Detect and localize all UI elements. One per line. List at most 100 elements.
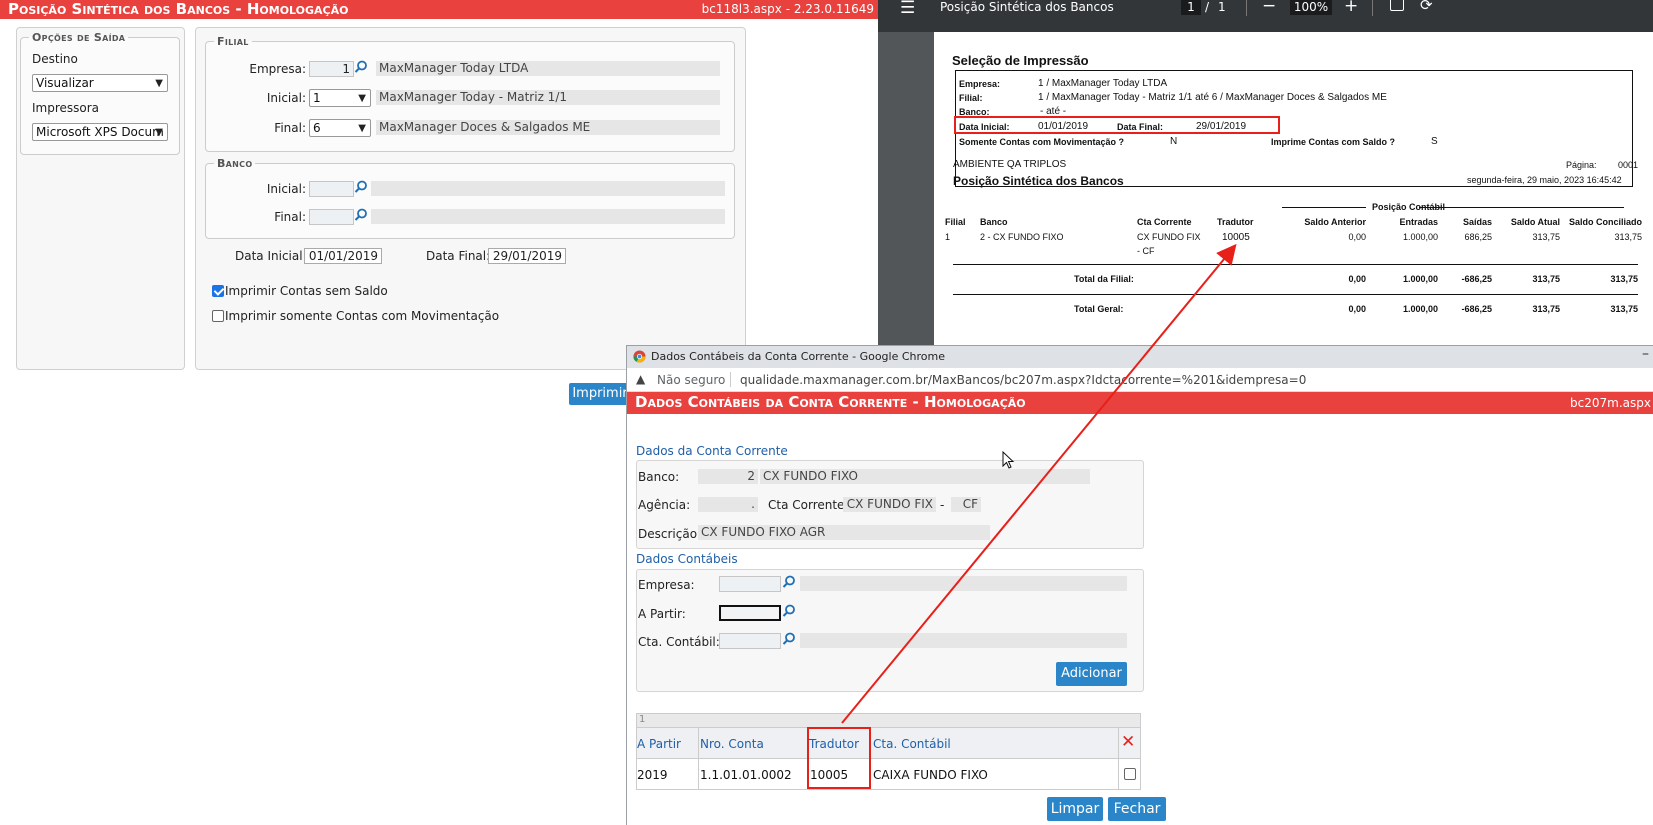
search-icon[interactable]	[354, 180, 368, 194]
popup-cta-value: CX FUNDO FIX	[843, 497, 936, 512]
pdf-total-filial-label: Total da Filial:	[1074, 274, 1134, 284]
popup-ctacontabil-name	[800, 633, 1127, 648]
main-page-code: bc118l3.aspx - 2.23.0.11649	[701, 2, 874, 16]
selecao-title: Seleção de Impressão	[952, 53, 1089, 68]
popup-cta-sep: -	[940, 498, 945, 512]
banco-inicial-input[interactable]	[309, 181, 354, 197]
annotation-highlight-dates	[954, 116, 1280, 134]
popup-banco-label: Banco:	[638, 470, 680, 484]
popup-apartir-input[interactable]	[719, 605, 781, 621]
pdf-page: Seleção de Impressão Empresa: 1 / MaxMan…	[934, 32, 1653, 348]
pdf-title: Posição Sintética dos Bancos	[940, 0, 1114, 14]
pdf-row-saldo-conciliado: 313,75	[1614, 232, 1642, 242]
popup-app-code: bc207m.aspx	[1570, 396, 1651, 410]
pdf-empresa-label: Empresa:	[959, 79, 1001, 89]
zoom-in-icon[interactable]: +	[1344, 0, 1358, 16]
fechar-button[interactable]: Fechar	[1108, 797, 1166, 821]
pdf-total-geral-saidas: -686,25	[1461, 304, 1492, 314]
grid-row-checkbox[interactable]	[1124, 768, 1136, 780]
filial-inicial-value: 1	[313, 91, 321, 105]
chevron-down-icon: ▼	[358, 93, 366, 104]
banco-final-input[interactable]	[309, 209, 354, 225]
imprimir-button[interactable]: Imprimir	[569, 383, 631, 405]
grid-counter: 1	[639, 714, 646, 725]
mouse-cursor-icon	[1002, 451, 1015, 469]
data-final-input[interactable]: 29/01/2019	[488, 248, 566, 264]
search-icon[interactable]	[782, 604, 796, 618]
destino-select[interactable]: Visualizar ▼	[32, 74, 168, 92]
search-icon[interactable]	[782, 575, 796, 589]
pdf-page-sep: /	[1205, 0, 1210, 14]
chevron-down-icon: ▼	[155, 127, 163, 138]
popup-agencia-label: Agência:	[638, 498, 691, 512]
total-rule	[953, 264, 1638, 265]
pdf-total-geral-label: Total Geral:	[1074, 304, 1124, 314]
pdf-col-saldo-atual: Saldo Atual	[1510, 217, 1560, 227]
pdf-col-saidas: Saídas	[1462, 217, 1492, 227]
search-icon[interactable]	[782, 632, 796, 646]
rotate-icon[interactable]: ⟳	[1420, 0, 1433, 14]
delete-icon[interactable]: ✕	[1121, 732, 1135, 752]
adicionar-button[interactable]: Adicionar	[1056, 662, 1127, 686]
filial-empresa-name: MaxManager Today LTDA	[376, 61, 720, 76]
pdf-empresa-value: 1 / MaxManager Today LTDA	[1038, 78, 1168, 89]
popup-url[interactable]: qualidade.maxmanager.com.br/MaxBancos/bc…	[740, 373, 1306, 387]
sem-saldo-checkbox[interactable]	[212, 285, 224, 297]
grid-col-apartir[interactable]: A Partir	[637, 737, 681, 751]
movimentacao-checkbox[interactable]	[212, 310, 224, 322]
limpar-button[interactable]: Limpar	[1047, 797, 1103, 821]
pdf-row-filial: 1	[945, 232, 951, 242]
banco-group: Banco	[205, 157, 735, 239]
pdf-page-input[interactable]: 1	[1181, 0, 1201, 15]
grid-col-divider	[1118, 728, 1119, 790]
filial-inicial-label: Inicial:	[266, 91, 306, 105]
filial-inicial-select[interactable]: 1 ▼	[309, 89, 371, 107]
pdf-total-geral-saldo-anterior: 0,00	[1348, 304, 1366, 314]
output-options-legend: Opções de Saída	[32, 31, 126, 44]
menu-icon[interactable]: ☰	[900, 0, 915, 18]
warning-icon[interactable]: ▲	[636, 372, 645, 386]
filial-empresa-input[interactable]: 1	[309, 61, 354, 77]
pdf-report-title: Posição Sintética dos Bancos	[953, 174, 1124, 188]
address-divider	[730, 372, 731, 387]
pdf-row-entradas: 1.000,00	[1402, 232, 1438, 242]
minimize-icon[interactable]: –	[1642, 346, 1649, 362]
grid-col-cta-contabil[interactable]: Cta. Contábil	[873, 737, 951, 751]
pdf-total-filial-saidas: -686,25	[1461, 274, 1492, 284]
pdf-ambiente: AMBIENTE QA TRIPLOS	[953, 159, 1067, 170]
pdf-pagina-label: Página:	[1566, 160, 1597, 170]
not-secure-label[interactable]: Não seguro	[657, 373, 725, 387]
popup-empresa-input[interactable]	[719, 576, 781, 592]
toolbar-divider	[1372, 0, 1373, 16]
data-inicial-input[interactable]: 01/01/2019	[304, 248, 382, 264]
pdf-col-banco: Banco	[980, 217, 1008, 227]
impressora-select[interactable]: Microsoft XPS Docum ▼	[32, 123, 168, 141]
popup-app-title-bar: Dados Contábeis da Conta Corrente - Homo…	[627, 392, 1653, 414]
search-icon[interactable]	[354, 60, 368, 74]
popup-app-title: Dados Contábeis da Conta Corrente - Homo…	[635, 393, 1026, 411]
dados-conta-title: Dados da Conta Corrente	[636, 444, 788, 458]
grid-cell-nro-conta: 1.1.01.01.0002	[700, 768, 792, 782]
grid-col-nro-conta[interactable]: Nro. Conta	[700, 737, 764, 751]
filial-final-label: Final:	[274, 121, 306, 135]
zoom-level[interactable]: 100%	[1290, 0, 1332, 15]
data-inicial-label: Data Inicial:	[235, 249, 307, 263]
zoom-out-icon[interactable]: −	[1262, 0, 1276, 16]
pdf-col-cta: Cta Corrente	[1137, 217, 1192, 227]
search-icon[interactable]	[354, 208, 368, 222]
pdf-row-cta-line2: - CF	[1137, 246, 1155, 256]
fit-page-icon[interactable]	[1390, 0, 1404, 11]
pdf-row-saidas: 686,25	[1464, 232, 1492, 242]
filial-final-select[interactable]: 6 ▼	[309, 119, 371, 137]
pdf-total-filial-saldo-atual: 313,75	[1532, 274, 1560, 284]
popup-ctacontabil-input[interactable]	[719, 633, 781, 649]
pdf-report-date: segunda-feira, 29 maio, 2023 16:45:42	[1467, 175, 1622, 185]
popup-descricao-label: Descrição:	[638, 527, 702, 541]
grid-col-divider	[698, 728, 699, 790]
impressora-select-value: Microsoft XPS Docum	[36, 125, 164, 139]
pdf-col-saldo-conciliado: Saldo Conciliado	[1568, 217, 1642, 227]
pdf-col-saldo-anterior: Saldo Anterior	[1304, 217, 1366, 227]
filial-final-name: MaxManager Doces & Salgados ME	[376, 120, 720, 135]
pdf-toolbar: ☰ Posição Sintética dos Bancos 1 / 1 − 1…	[878, 0, 1653, 32]
pdf-total-geral-saldo-atual: 313,75	[1532, 304, 1560, 314]
